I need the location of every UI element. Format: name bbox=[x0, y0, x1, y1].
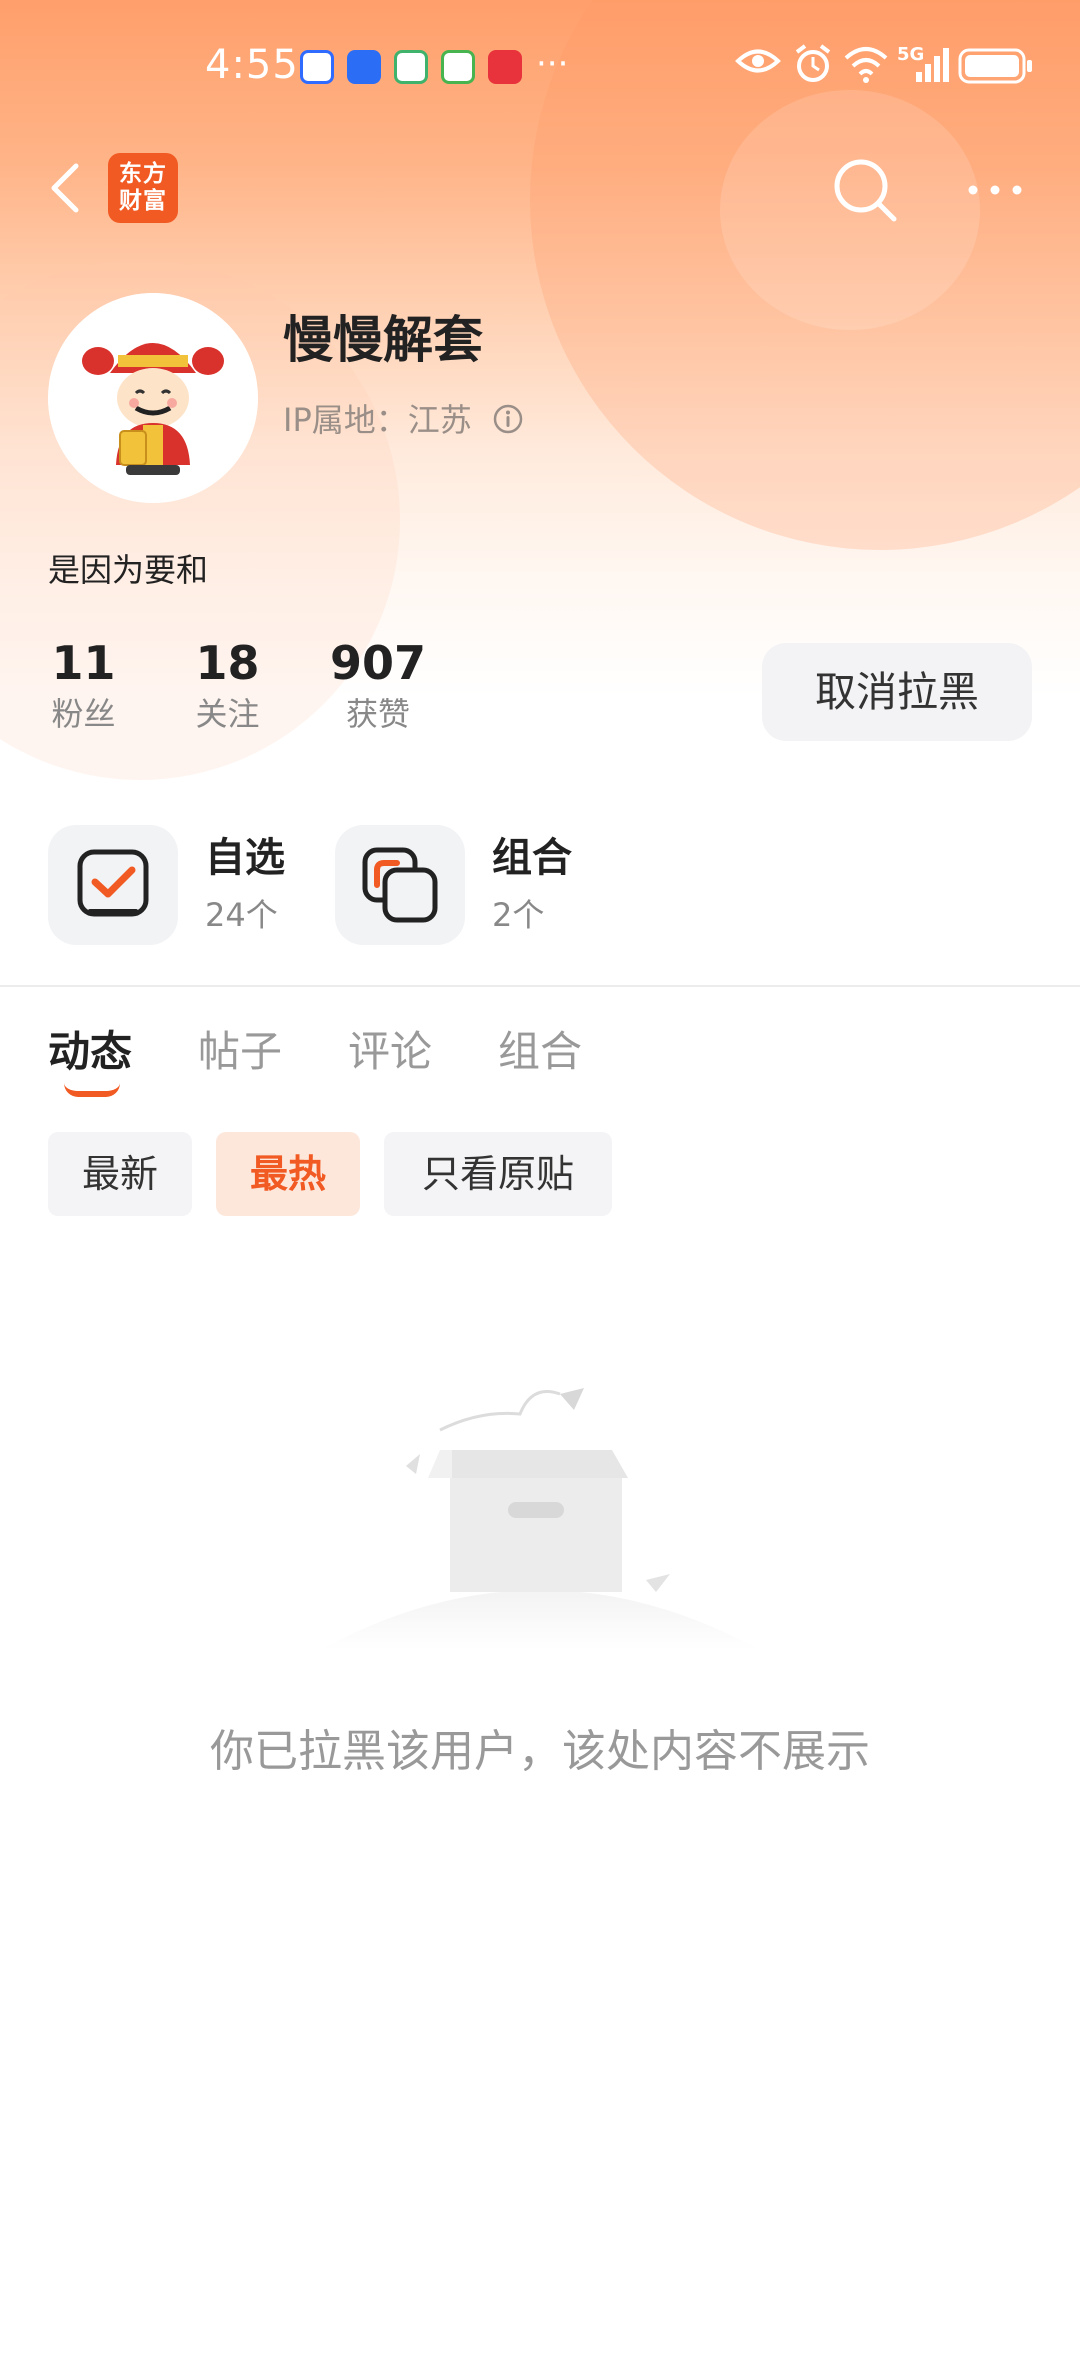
tab-portfolio[interactable]: 组合 bbox=[498, 1018, 582, 1079]
quick-link-title: 组合 bbox=[492, 835, 572, 881]
filter-hottest[interactable]: 最热 bbox=[216, 1132, 360, 1216]
red-app-icon bbox=[488, 50, 522, 84]
app-notification-icon bbox=[347, 50, 381, 84]
search-icon[interactable] bbox=[830, 155, 900, 225]
stack-icon bbox=[362, 847, 438, 923]
quick-link-icon-box bbox=[335, 825, 465, 945]
avatar[interactable] bbox=[48, 293, 258, 503]
back-button[interactable] bbox=[40, 160, 96, 216]
info-icon[interactable] bbox=[492, 403, 524, 435]
status-bar: 4:55 ··· 5G bbox=[0, 0, 1080, 130]
username: 慢慢解套 bbox=[283, 311, 483, 369]
wifi-icon bbox=[844, 47, 888, 83]
eye-icon bbox=[735, 49, 781, 73]
unblock-button[interactable]: 取消拉黑 bbox=[762, 643, 1032, 741]
alarm-icon bbox=[795, 44, 831, 82]
battery-icon bbox=[958, 48, 1032, 84]
stat-value: 11 bbox=[51, 636, 116, 690]
stat-followers[interactable]: 11 粉丝 bbox=[46, 635, 121, 737]
more-options-icon[interactable] bbox=[965, 175, 1025, 205]
china-mobile-icon bbox=[394, 50, 428, 84]
ip-location-text: IP属地：江苏 bbox=[283, 401, 472, 439]
filter-original-only[interactable]: 只看原贴 bbox=[384, 1132, 612, 1216]
tab-posts[interactable]: 帖子 bbox=[198, 1018, 282, 1079]
bio: 是因为要和 bbox=[48, 551, 209, 589]
stat-following[interactable]: 18 关注 bbox=[190, 635, 265, 737]
quick-link-title: 自选 bbox=[205, 835, 285, 881]
quick-link-subtitle: 24个 bbox=[205, 896, 278, 934]
signal-icon bbox=[916, 48, 949, 82]
caishen-avatar-icon bbox=[48, 293, 258, 503]
empty-state-message: 你已拉黑该用户，该处内容不展示 bbox=[210, 1726, 870, 1777]
app-logo-line1: 东方 bbox=[119, 161, 167, 187]
quick-link-subtitle: 2个 bbox=[492, 896, 545, 934]
stat-likes[interactable]: 907 获赞 bbox=[328, 635, 428, 737]
status-time: 4:55 bbox=[205, 42, 299, 88]
checkbox-icon bbox=[77, 849, 149, 917]
section-divider bbox=[0, 985, 1080, 987]
filter-latest[interactable]: 最新 bbox=[48, 1132, 192, 1216]
empty-box-illustration bbox=[320, 1388, 760, 1650]
stat-value: 18 bbox=[195, 636, 260, 690]
quick-link-icon-box bbox=[48, 825, 178, 945]
baidu-app-icon bbox=[300, 50, 334, 84]
video-app-icon bbox=[441, 50, 475, 84]
stat-value: 907 bbox=[329, 636, 427, 690]
tab-comments[interactable]: 评论 bbox=[348, 1018, 432, 1079]
ip-location: IP属地：江苏 bbox=[283, 395, 524, 441]
active-tab-indicator bbox=[64, 1083, 120, 1097]
stat-label: 关注 bbox=[195, 695, 260, 733]
stat-label: 粉丝 bbox=[51, 695, 116, 733]
app-logo[interactable]: 东方 财富 bbox=[108, 153, 178, 223]
more-notifications-icon: ··· bbox=[536, 44, 569, 84]
app-logo-line2: 财富 bbox=[119, 188, 167, 214]
stat-label: 获赞 bbox=[345, 695, 410, 733]
tab-activity[interactable]: 动态 bbox=[48, 1018, 132, 1079]
